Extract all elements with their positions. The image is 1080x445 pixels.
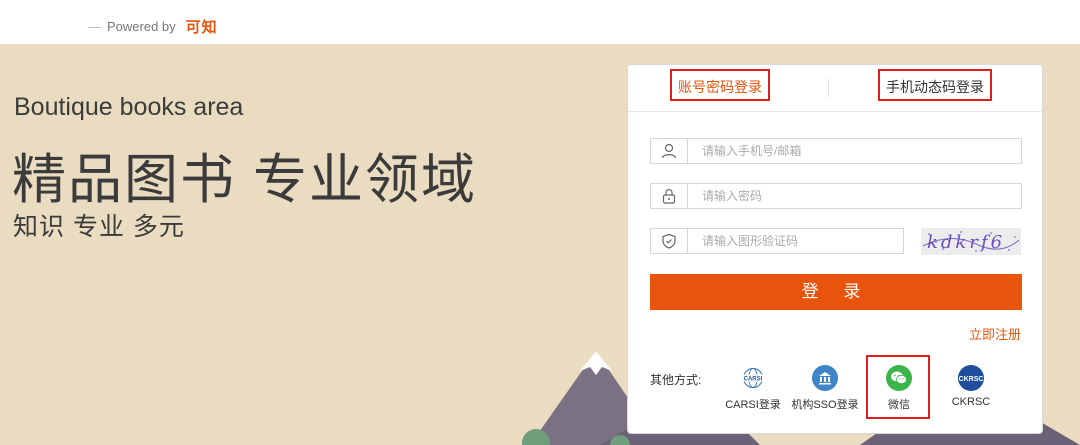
brand-logo[interactable]: 可知 [186, 16, 218, 37]
carsi-login-option[interactable]: CARSI CARSI登录 [716, 365, 790, 412]
institution-sso-option[interactable]: 机构SSO登录 [788, 365, 862, 412]
tab-divider [828, 79, 829, 97]
hero-english-title: Boutique books area [14, 93, 244, 121]
hero-title: 精品图书 专业领域 [12, 150, 478, 210]
captcha-image[interactable]: kdkrf6 [921, 228, 1021, 255]
ckrsc-icon: CKRSC [958, 365, 984, 391]
username-field[interactable] [650, 138, 1022, 164]
divider-dash: — [88, 19, 101, 34]
register-link[interactable]: 立即注册 [969, 324, 1021, 343]
password-field[interactable] [650, 183, 1022, 209]
top-bar: — Powered by 可知 [0, 0, 1080, 45]
login-card: 账号密码登录 手机动态码登录 kdkrf6 登 录 立即注册 其他方式: CAR [627, 64, 1043, 434]
powered-by: — Powered by 可知 [88, 16, 218, 37]
hero-subtitle: 知识 专业 多元 [13, 213, 185, 241]
svg-text:CARSI: CARSI [744, 377, 763, 383]
login-button[interactable]: 登 录 [650, 274, 1022, 310]
carsi-icon: CARSI [740, 365, 766, 391]
shield-icon [651, 229, 688, 253]
institution-icon [812, 365, 838, 391]
powered-by-label: Powered by [107, 19, 176, 34]
institution-sso-label: 机构SSO登录 [791, 399, 859, 411]
carsi-login-label: CARSI登录 [725, 399, 781, 411]
wechat-highlight-frame [866, 355, 930, 419]
ckrsc-label: CKRSC [951, 396, 991, 408]
login-tabs: 账号密码登录 手机动态码登录 [628, 65, 1042, 112]
captcha-text: kdkrf6 [927, 232, 1005, 253]
other-methods-label: 其他方式: [650, 373, 702, 387]
ckrsc-login-option[interactable]: CKRSC CKRSC [934, 365, 1008, 408]
captcha-field[interactable] [650, 228, 904, 254]
captcha-input[interactable] [688, 229, 903, 253]
lock-icon [651, 184, 688, 208]
username-input[interactable] [688, 139, 1021, 163]
user-icon [651, 139, 688, 163]
password-input[interactable] [688, 184, 1021, 208]
svg-text:CKRSC: CKRSC [959, 376, 983, 383]
tab-phone-code[interactable]: 手机动态码登录 [878, 69, 992, 101]
tab-account-password[interactable]: 账号密码登录 [670, 69, 770, 101]
